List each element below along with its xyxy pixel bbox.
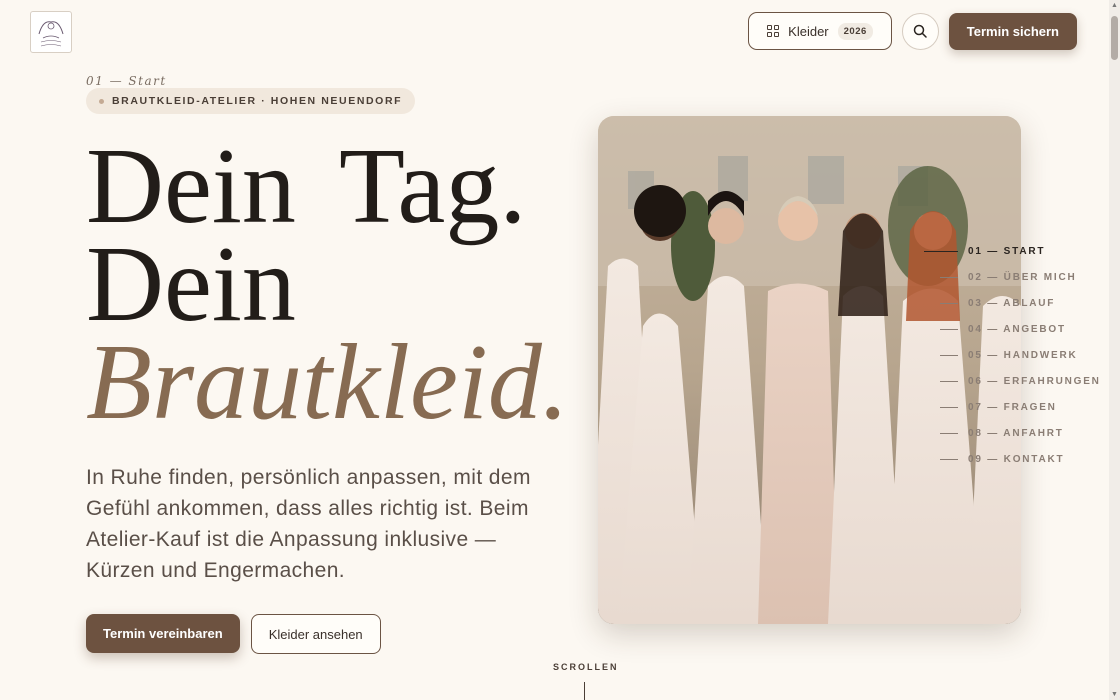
section-nav-item[interactable]: 04 — ANGEBOT [924,316,1090,342]
logo-illustration [38,21,64,47]
section-nav-item[interactable]: 09 — KONTAKT [924,446,1090,472]
scroll-down-icon[interactable]: ▼ [1111,691,1118,698]
scroll-line [584,682,585,700]
section-nav-item[interactable]: 03 — ABLAUF [924,290,1090,316]
logo[interactable] [30,11,72,53]
termin-vereinbaren-button[interactable]: Termin vereinbaren [86,614,240,653]
section-label: 01 — Start [86,74,167,88]
nav-indicator-line [940,328,958,330]
section-nav-item[interactable]: 08 — ANFAHRT [924,420,1090,446]
headline-line-2: Dein [86,225,296,344]
cta-row: Termin vereinbaren Kleider ansehen [86,614,381,654]
section-nav-item[interactable]: 06 — ERFAHRUNGEN [924,368,1101,394]
scrollbar-thumb[interactable] [1111,16,1118,60]
headline-line-3: Brautkleid. [86,323,569,442]
section-nav-item[interactable]: 01 — START [924,238,1090,264]
nav-indicator-line [940,302,958,304]
termin-sichern-button[interactable]: Termin sichern [948,12,1077,50]
nav-indicator-line [940,432,958,434]
scrollbar[interactable]: ▲ ▼ [1109,0,1120,700]
header-actions: Kleider 2026 Termin sichern [748,12,1077,50]
section-nav-label: 01 — START [968,245,1046,257]
section-nav-item[interactable]: 05 — HANDWERK [924,342,1090,368]
section-nav-item[interactable]: 07 — FRAGEN [924,394,1090,420]
section-nav-label: 05 — HANDWERK [968,349,1078,361]
nav-indicator-line [940,458,958,460]
nav-indicator-line [940,406,958,408]
section-nav-label: 07 — FRAGEN [968,401,1057,413]
year-badge: 2026 [837,22,873,40]
section-nav: 01 — START 02 — ÜBER MICH 03 — ABLAUF 04 — … [924,238,1101,472]
section-nav-item[interactable]: 02 — ÜBER MICH [924,264,1090,290]
scroll-up-icon[interactable]: ▲ [1111,2,1118,9]
section-nav-label: 08 — ANFAHRT [968,427,1064,439]
scroll-label: SCROLLEN [553,662,619,672]
section-nav-label: 03 — ABLAUF [968,297,1056,309]
hero-headline: Dein Tag. Dein Brautkleid. [86,127,569,442]
eyebrow-text: BRAUTKLEID-ATELIER · HOHEN NEUENDORF [112,95,403,107]
eyebrow-pill: BRAUTKLEID-ATELIER · HOHEN NEUENDORF [86,88,416,114]
hero-lead: In Ruhe finden, persönlich anpassen, mit… [86,466,531,582]
search-icon [914,24,928,38]
section-nav-label: 06 — ERFAHRUNGEN [968,375,1101,387]
nav-indicator-line [940,354,958,356]
kleider-label: Kleider [788,23,829,39]
nav-indicator-line [940,276,958,278]
section-nav-label: 02 — ÜBER MICH [968,271,1077,283]
grid-icon [767,25,780,37]
nav-indicator-line [924,250,958,252]
section-nav-label: 09 — KONTAKT [968,453,1065,465]
kleider-ansehen-button[interactable]: Kleider ansehen [250,614,381,654]
kleider-button[interactable]: Kleider 2026 [748,12,892,50]
search-button[interactable] [901,12,939,50]
headline-line-1: Dein Tag. [86,127,527,246]
section-nav-label: 04 — ANGEBOT [968,323,1066,335]
dot-icon [99,98,104,104]
nav-indicator-line [940,380,958,382]
